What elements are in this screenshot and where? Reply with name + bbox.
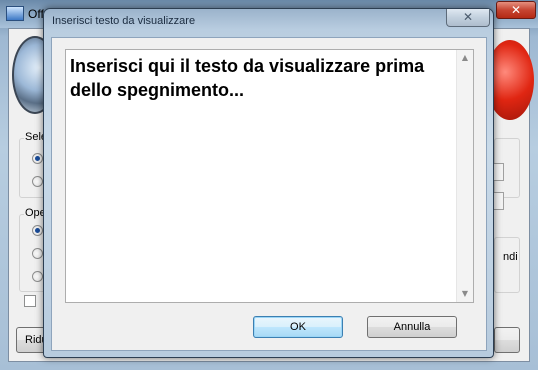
selection-radio-1[interactable] [32,153,43,164]
close-icon: ✕ [462,10,474,24]
operation-radio-1[interactable] [32,225,43,236]
parent-close-button[interactable]: ✕ [496,1,536,19]
scroll-up-icon[interactable]: ▲ [457,50,473,66]
monitor-icon [6,6,24,21]
operation-radio-3[interactable] [32,271,43,282]
operation-radio-2[interactable] [32,248,43,259]
cancel-button[interactable]: Annulla [367,316,457,338]
parent-checkbox[interactable] [24,295,36,307]
message-text: Inserisci qui il testo da visualizzare p… [70,56,430,100]
right-group-2 [494,237,520,293]
dialog-close-button[interactable]: ✕ [446,9,490,27]
right-bottom-button[interactable] [494,327,520,353]
parent-window-title: Off [28,7,44,21]
text-input-dialog: Inserisci testo da visualizzare ✕ Inseri… [43,8,494,358]
selection-radio-2[interactable] [32,176,43,187]
message-textarea[interactable]: Inserisci qui il testo da visualizzare p… [65,49,474,303]
ok-button[interactable]: OK [253,316,343,338]
right-partial-label: ndi [503,251,518,263]
textarea-scrollbar[interactable]: ▲ ▼ [456,50,473,302]
dialog-client-area: Inserisci qui il testo da visualizzare p… [51,37,487,351]
scroll-down-icon[interactable]: ▼ [457,286,473,302]
dialog-title: Inserisci testo da visualizzare [52,15,196,27]
